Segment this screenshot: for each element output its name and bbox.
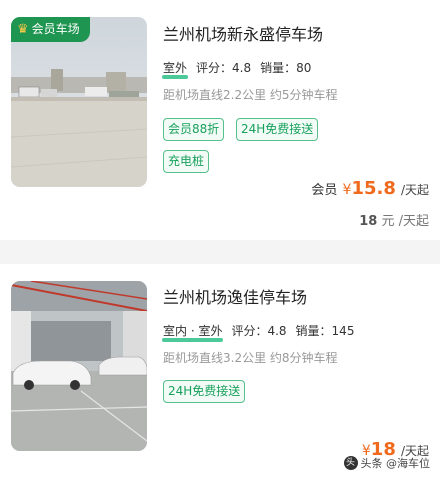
parking-lot-photo: ♛ 会员车场	[11, 17, 147, 187]
parking-listing-card[interactable]: 兰州机场逸佳停车场 室内 · 室外 评分：4.8 销量：145 距机场直线3.2…	[0, 264, 440, 481]
rating: 评分：4.8	[231, 324, 287, 338]
watermark-text: 头条 @海车位	[360, 457, 431, 470]
tag-member-discount: 会员88折	[163, 118, 225, 141]
price-unit: /天起	[400, 183, 429, 197]
toutiao-logo-icon: 头	[343, 456, 358, 470]
card-separator	[0, 240, 440, 264]
listing-meta: 室外 评分：4.8 销量：80	[161, 59, 312, 79]
distance-info: 距机场直线2.2公里 约5分钟车程	[163, 88, 338, 102]
crown-icon: ♛	[17, 22, 29, 37]
listing-title: 兰州机场逸佳停车场	[163, 288, 308, 307]
member-price-label: 会员	[311, 183, 338, 198]
distance-info: 距机场直线3.2公里 约8分钟车程	[163, 351, 338, 365]
tag-shuttle: 24H免费接送	[236, 118, 319, 141]
original-price-value: 18	[359, 214, 378, 229]
sales-count: 销量：145	[295, 324, 355, 338]
location-type: 室内 · 室外	[161, 324, 224, 342]
tag-charging: 充电桩	[163, 150, 210, 173]
sales-count: 销量：80	[260, 61, 312, 75]
tag-shuttle: 24H免费接送	[163, 380, 246, 403]
badge-label: 会员车场	[31, 22, 80, 36]
location-type: 室外	[161, 61, 189, 79]
original-price-unit: 元 /天起	[381, 214, 429, 229]
parking-listing-card[interactable]: ♛ 会员车场 兰州机场新永盛停车场 室外 评分：4.8 销量：80 距机场直线2…	[0, 0, 440, 240]
member-lot-badge: ♛ 会员车场	[11, 17, 90, 42]
listing-title: 兰州机场新永盛停车场	[163, 25, 324, 44]
rating: 评分：4.8	[196, 61, 252, 75]
watermark: 头 头条 @海车位	[343, 455, 431, 471]
price-value: 15.8	[351, 178, 396, 199]
member-price: 会员 ¥15.8 /天起	[311, 178, 429, 199]
listing-meta: 室内 · 室外 评分：4.8 销量：145	[161, 322, 355, 342]
original-price: 18 元 /天起	[359, 210, 429, 229]
parking-lot-photo	[11, 281, 147, 451]
